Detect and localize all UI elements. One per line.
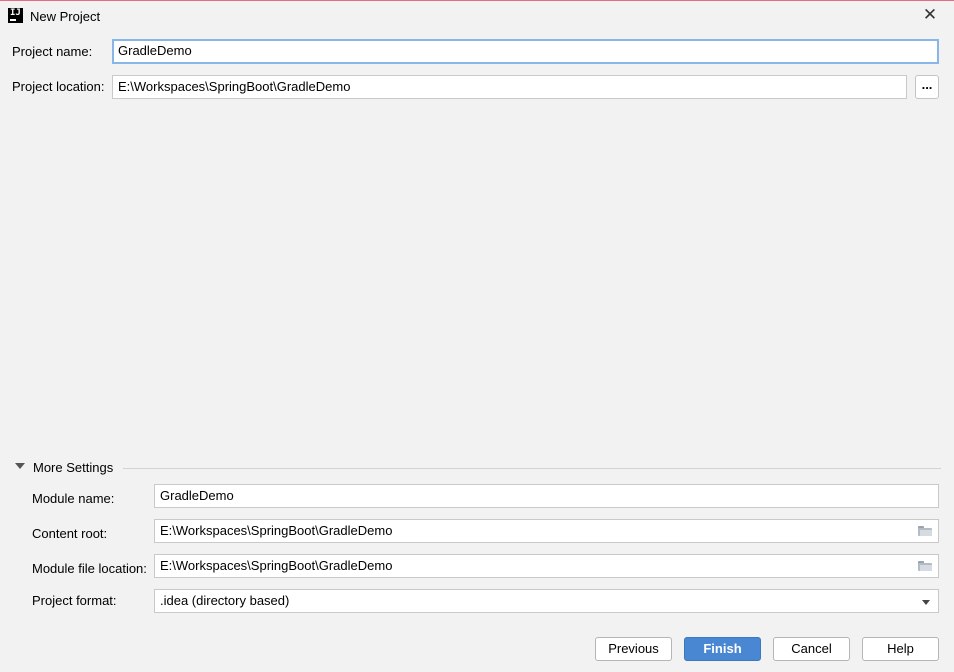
folder-icon[interactable] [918, 526, 932, 536]
project-location-input[interactable]: E:\Workspaces\SpringBoot\GradleDemo [112, 75, 907, 99]
project-format-label: Project format: [32, 593, 117, 608]
section-divider [123, 468, 941, 469]
module-name-label: Module name: [32, 491, 115, 506]
project-location-label: Project location: [12, 79, 105, 94]
module-file-location-value: E:\Workspaces\SpringBoot\GradleDemo [160, 558, 393, 573]
content-root-label: Content root: [32, 526, 108, 541]
cancel-button[interactable]: Cancel [773, 637, 850, 661]
browse-location-button[interactable]: ... [915, 75, 939, 99]
close-icon[interactable]: ✕ [920, 4, 940, 26]
project-name-label: Project name: [12, 44, 93, 59]
chevron-down-icon [922, 600, 930, 605]
project-format-select[interactable]: .idea (directory based) [154, 589, 939, 613]
module-name-input[interactable]: GradleDemo [154, 484, 939, 508]
module-file-location-input[interactable]: E:\Workspaces\SpringBoot\GradleDemo [154, 554, 939, 578]
folder-icon[interactable] [918, 561, 932, 571]
expand-collapse-arrow-icon[interactable] [15, 463, 25, 469]
previous-button[interactable]: Previous [595, 637, 672, 661]
more-settings-title[interactable]: More Settings [33, 460, 113, 475]
intellij-app-icon: IJ [8, 8, 23, 23]
finish-button[interactable]: Finish [684, 637, 761, 661]
module-file-location-label: Module file location: [32, 561, 147, 576]
content-root-input[interactable]: E:\Workspaces\SpringBoot\GradleDemo [154, 519, 939, 543]
window-title: New Project [30, 9, 101, 24]
content-root-value: E:\Workspaces\SpringBoot\GradleDemo [160, 523, 393, 538]
project-name-input[interactable]: GradleDemo [112, 39, 939, 64]
app-icon-text: IJ [10, 8, 21, 18]
help-button[interactable]: Help [862, 637, 939, 661]
title-bar: IJ New Project ✕ [0, 1, 954, 31]
project-format-value: .idea (directory based) [160, 593, 290, 608]
